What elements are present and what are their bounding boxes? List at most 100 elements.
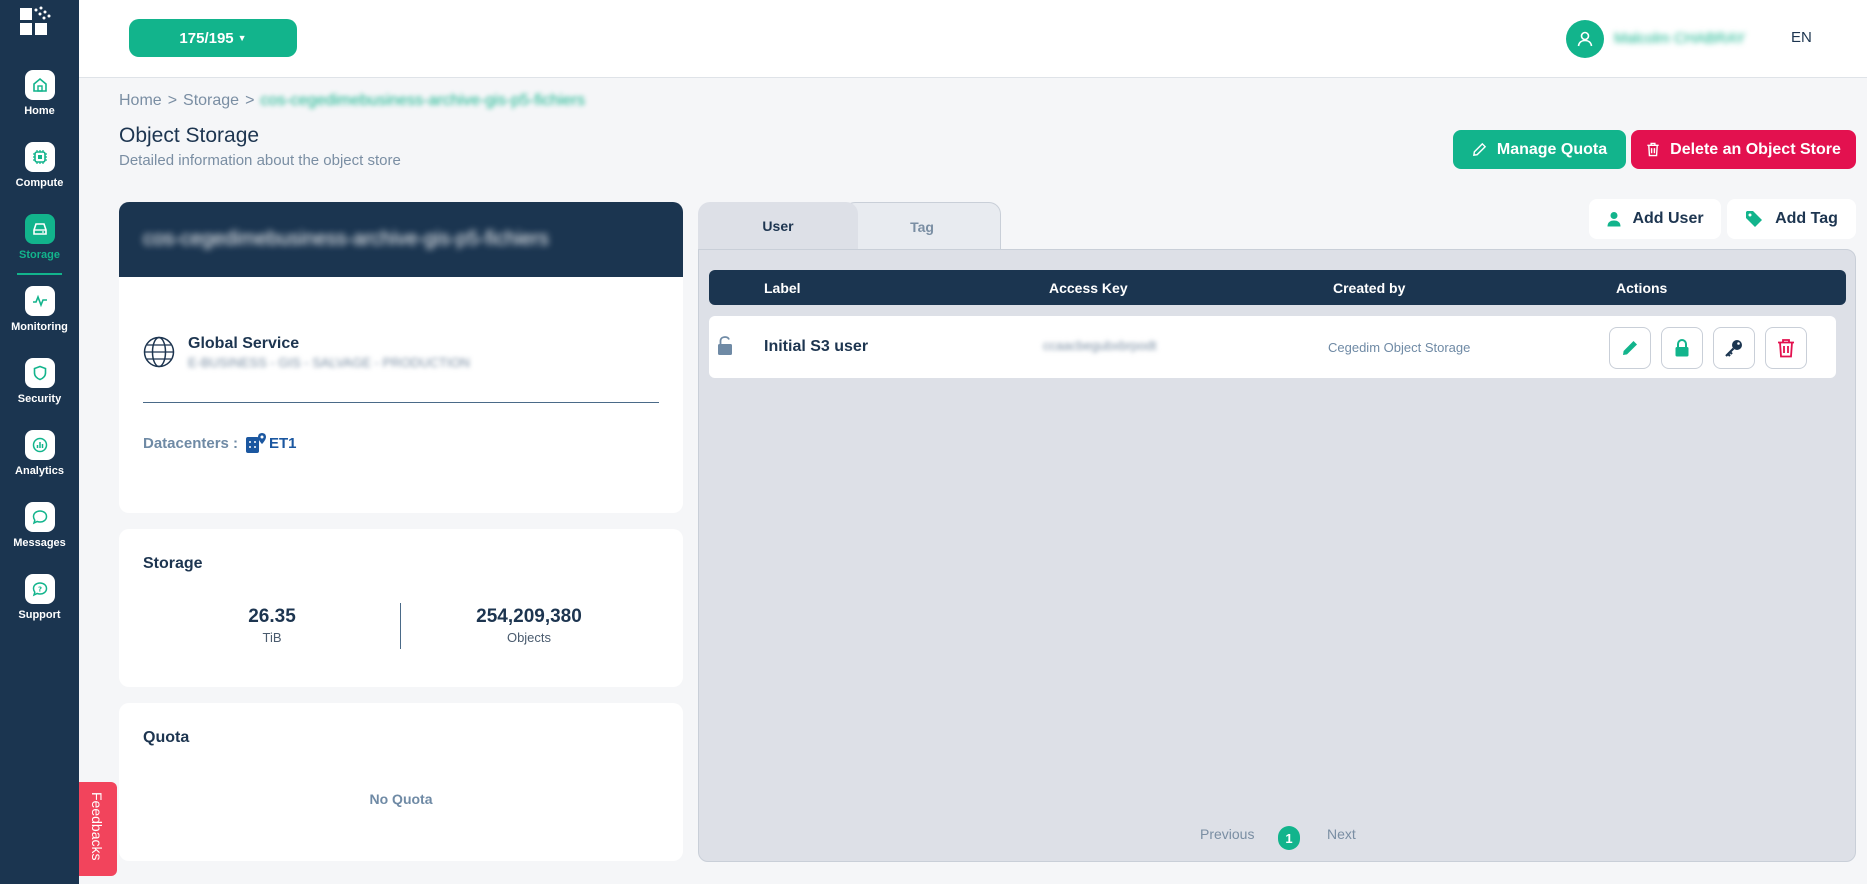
svg-text:?: ? — [37, 585, 41, 593]
sidebar: Home Compute Storage Monitoring Security… — [0, 0, 79, 884]
breadcrumb-home[interactable]: Home — [119, 92, 162, 109]
storage-icon — [24, 214, 55, 244]
object-count-stat: 254,209,380 Objects — [429, 606, 629, 645]
created-by: Cegedim Object Storage — [1328, 340, 1471, 355]
pencil-icon — [1472, 142, 1486, 156]
tab-user[interactable]: User — [698, 202, 858, 250]
lock-icon — [1675, 339, 1689, 357]
sidebar-item-home[interactable]: Home — [0, 70, 79, 136]
object-store-card: cos-cegedimebusiness-archive-gis-p5-fich… — [119, 202, 683, 513]
add-user-button[interactable]: Add User — [1589, 199, 1721, 239]
column-header-label: Label — [764, 280, 801, 296]
feedback-tab[interactable]: Feedbacks — [79, 782, 117, 876]
language-selector[interactable]: EN — [1791, 29, 1812, 46]
column-header-created-by: Created by — [1333, 280, 1406, 296]
home-icon — [24, 70, 55, 100]
sidebar-item-label: Compute — [15, 177, 64, 189]
top-header: 175/195 ▼ Malcolm CHABRAY EN — [79, 0, 1867, 78]
logo-icon[interactable] — [20, 6, 52, 38]
tab-tag[interactable]: Tag — [843, 202, 1001, 250]
sidebar-item-label: Storage — [19, 249, 60, 261]
divider — [143, 402, 659, 403]
chat-icon — [24, 502, 55, 532]
trash-icon — [1647, 142, 1659, 157]
object-store-name: cos-cegedimebusiness-archive-gis-p5-fich… — [143, 228, 549, 250]
sidebar-item-label: Messages — [13, 537, 66, 549]
add-tag-button[interactable]: Add Tag — [1727, 199, 1856, 239]
username[interactable]: Malcolm CHABRAY — [1614, 30, 1745, 47]
edit-user-button[interactable] — [1609, 327, 1651, 369]
page-subtitle: Detailed information about the object st… — [119, 152, 401, 169]
object-count-unit: Objects — [506, 630, 552, 645]
sidebar-item-label: Home — [24, 105, 55, 117]
user-icon — [1607, 212, 1621, 227]
pulse-icon — [24, 286, 55, 316]
project-selector[interactable]: 175/195 ▼ — [129, 19, 297, 57]
user-label: Initial S3 user — [764, 338, 869, 355]
caret-down-icon: ▼ — [237, 33, 247, 43]
feedback-label: Feedbacks — [89, 792, 105, 861]
sidebar-item-label: Monitoring — [11, 321, 68, 333]
shield-icon — [24, 358, 55, 388]
table-row: Initial S3 user ccaacbegubxbrpodt Cegedi… — [709, 316, 1836, 378]
manage-quota-button[interactable]: Manage Quota — [1453, 130, 1626, 169]
pencil-icon — [1623, 341, 1637, 355]
delete-object-store-button[interactable]: Delete an Object Store — [1631, 130, 1856, 169]
access-keys-button[interactable] — [1713, 327, 1755, 369]
sidebar-item-monitoring[interactable]: Monitoring — [0, 286, 79, 352]
globe-icon — [143, 336, 175, 368]
storage-size-stat: 26.35 TiB — [172, 606, 372, 645]
breadcrumb: Home > Storage > cos-cegedimebusiness-archiv… — [119, 92, 585, 109]
sidebar-item-compute[interactable]: Compute — [0, 142, 79, 208]
tag-icon — [1746, 211, 1763, 227]
service-detail: E-BUSINESS - GIS - SALVAGE - PRODUCTION — [188, 355, 470, 370]
sidebar-item-label: Analytics — [15, 465, 64, 477]
key-icon — [1725, 340, 1742, 357]
avatar[interactable] — [1566, 20, 1604, 58]
trash-icon — [1778, 339, 1794, 358]
user-icon — [1577, 31, 1593, 47]
unlocked-icon — [718, 336, 732, 355]
support-icon: ? — [24, 574, 55, 604]
breadcrumb-storage[interactable]: Storage — [183, 92, 239, 109]
page-title: Object Storage — [119, 124, 260, 147]
quota-empty-text: No Quota — [369, 791, 433, 807]
sidebar-item-storage[interactable]: Storage — [0, 214, 79, 280]
chart-icon — [24, 430, 55, 460]
sidebar-item-messages[interactable]: Messages — [0, 502, 79, 568]
sidebar-item-label: Support — [18, 609, 61, 621]
sidebar-item-label: Security — [17, 393, 62, 405]
chip-icon — [24, 142, 55, 172]
project-selector-label: 175/195 — [179, 29, 234, 47]
divider — [400, 603, 401, 649]
sidebar-item-security[interactable]: Security — [0, 358, 79, 424]
add-user-label: Add User — [1632, 210, 1704, 227]
lock-user-button[interactable] — [1661, 327, 1703, 369]
previous-page-button[interactable]: Previous — [1200, 826, 1254, 842]
table-header: Label Access Key Created by Actions — [709, 270, 1846, 305]
service-title: Global Service — [188, 335, 300, 352]
sidebar-item-support[interactable]: ? Support — [0, 574, 79, 640]
column-header-actions: Actions — [1616, 280, 1668, 296]
delete-object-store-label: Delete an Object Store — [1670, 140, 1841, 158]
add-tag-label: Add Tag — [1775, 210, 1838, 227]
datacenter-icon — [246, 433, 266, 453]
datacenter-value[interactable]: ET1 — [269, 435, 297, 452]
storage-size-unit: TiB — [262, 630, 282, 645]
storage-card-title: Storage — [143, 555, 203, 572]
manage-quota-label: Manage Quota — [1496, 140, 1608, 158]
storage-card: Storage 26.35 TiB 254,209,380 Objects — [119, 529, 683, 687]
page-number-button[interactable]: 1 — [1278, 826, 1300, 850]
sidebar-item-analytics[interactable]: Analytics — [0, 430, 79, 496]
next-page-button[interactable]: Next — [1327, 826, 1356, 842]
storage-size-value: 26.35 — [248, 606, 296, 627]
column-header-access-key: Access Key — [1049, 280, 1128, 296]
breadcrumb-current: cos-cegedimebusiness-archive-gis-p5-fich… — [260, 92, 585, 109]
object-count-value: 254,209,380 — [476, 606, 582, 627]
datacenters-label: Datacenters : — [143, 435, 239, 452]
quota-card-title: Quota — [143, 729, 190, 746]
object-store-name-header: cos-cegedimebusiness-archive-gis-p5-fich… — [119, 202, 683, 277]
delete-user-button[interactable] — [1765, 327, 1807, 369]
access-key: ccaacbegubxbrpodt — [1043, 338, 1157, 353]
quota-card: Quota No Quota — [119, 703, 683, 861]
